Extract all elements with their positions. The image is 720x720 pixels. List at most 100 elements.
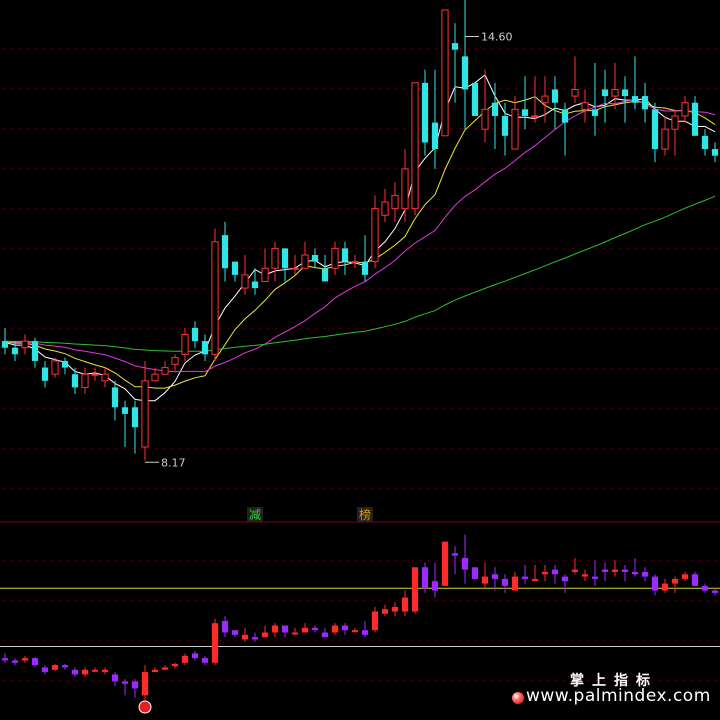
grid-dot <box>268 448 269 449</box>
grid-dot <box>644 288 645 289</box>
grid-dot <box>4 368 5 369</box>
grid-dot <box>260 88 261 89</box>
grid-dot <box>540 448 541 449</box>
grid-dot <box>404 560 405 561</box>
ma-line-10 <box>4 96 716 389</box>
grid-dot <box>340 248 341 249</box>
grid-dot <box>196 448 197 449</box>
grid-dot <box>404 680 405 681</box>
grid-dot <box>244 600 245 601</box>
grid-dot <box>244 680 245 681</box>
grid-dot <box>308 208 309 209</box>
grid-dot <box>636 168 637 169</box>
candle-body <box>101 373 109 382</box>
grid-dot <box>68 208 69 209</box>
candle-body <box>71 374 79 388</box>
grid-dot <box>188 128 189 129</box>
grid-dot <box>76 88 77 89</box>
grid-dot <box>92 368 93 369</box>
grid-dot <box>252 448 253 449</box>
grid-dot <box>108 88 109 89</box>
grid-dot <box>364 288 365 289</box>
indicator-bar <box>31 658 39 666</box>
grid-dot <box>204 168 205 169</box>
grid-dot <box>212 448 213 449</box>
grid-dot <box>228 448 229 449</box>
grid-dot <box>348 408 349 409</box>
grid-dot <box>84 408 85 409</box>
grid-dot <box>372 48 373 49</box>
grid-dot <box>716 600 717 601</box>
candle-body <box>241 274 249 289</box>
grid-dot <box>60 560 61 561</box>
grid-dot <box>124 208 125 209</box>
grid-dot <box>204 488 205 489</box>
grid-dot <box>572 208 573 209</box>
grid-dot <box>476 48 477 49</box>
candle-body <box>281 248 289 269</box>
grid-dot <box>36 248 37 249</box>
grid-dot <box>540 328 541 329</box>
grid-dot <box>500 640 501 641</box>
grid-dot <box>636 48 637 49</box>
grid-dot <box>412 560 413 561</box>
grid-dot <box>284 88 285 89</box>
grid-dot <box>260 408 261 409</box>
grid-dot <box>684 488 685 489</box>
grid-dot <box>548 88 549 89</box>
grid-dot <box>524 368 525 369</box>
grid-dot <box>388 560 389 561</box>
grid-dot <box>36 560 37 561</box>
grid-dot <box>364 368 365 369</box>
grid-dot <box>396 448 397 449</box>
grid-dot <box>676 208 677 209</box>
grid-dot <box>716 288 717 289</box>
grid-dot <box>452 168 453 169</box>
grid-dot <box>196 288 197 289</box>
grid-dot <box>180 368 181 369</box>
grid-dot <box>604 600 605 601</box>
grid-dot <box>4 168 5 169</box>
grid-dot <box>460 208 461 209</box>
grid-dot <box>28 560 29 561</box>
grid-dot <box>140 680 141 681</box>
grid-dot <box>44 600 45 601</box>
grid-dot <box>324 328 325 329</box>
grid-dot <box>12 560 13 561</box>
grid-dot <box>548 128 549 129</box>
grid-dot <box>364 448 365 449</box>
indicator-bar <box>321 632 329 638</box>
grid-dot <box>668 168 669 169</box>
grid-dot <box>20 168 21 169</box>
ball-icon <box>512 692 524 704</box>
grid-dot <box>636 88 637 89</box>
grid-dot <box>532 88 533 89</box>
ma-line-20 <box>4 98 716 373</box>
grid-dot <box>356 328 357 329</box>
grid-dot <box>180 248 181 249</box>
grid-dot <box>100 368 101 369</box>
grid-dot <box>588 488 589 489</box>
grid-dot <box>268 168 269 169</box>
grid-dot <box>28 168 29 169</box>
grid-dot <box>412 288 413 289</box>
grid-dot <box>60 248 61 249</box>
grid-dot <box>380 168 381 169</box>
grid-dot <box>436 680 437 681</box>
grid-dot <box>668 600 669 601</box>
grid-dot <box>388 488 389 489</box>
grid-dot <box>76 448 77 449</box>
grid-dot <box>100 560 101 561</box>
grid-dot <box>516 600 517 601</box>
grid-dot <box>452 640 453 641</box>
grid-dot <box>540 288 541 289</box>
indicator-bar <box>121 681 129 684</box>
grid-dot <box>316 640 317 641</box>
candle-body <box>411 82 419 210</box>
grid-dot <box>284 128 285 129</box>
candle-body <box>551 89 559 103</box>
grid-dot <box>148 680 149 681</box>
grid-dot <box>484 680 485 681</box>
grid-dot <box>524 640 525 641</box>
candle-body <box>21 340 29 349</box>
